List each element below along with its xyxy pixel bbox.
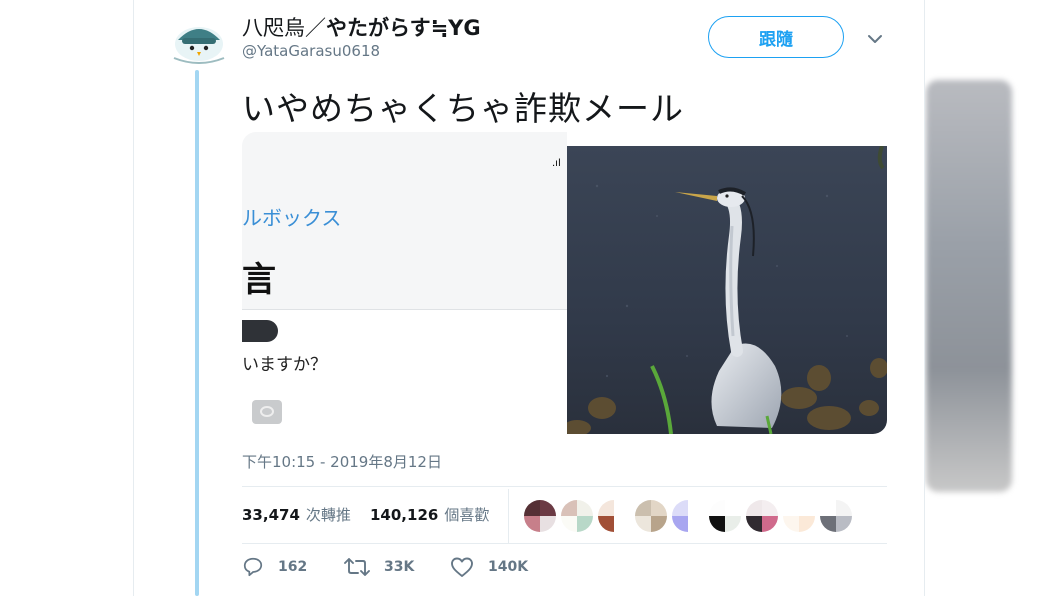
page: 八咫烏／やたがらす≒YG @YataGarasu0618 跟隨 いやめちゃくちゃ… — [0, 0, 1060, 596]
reply-button[interactable]: 162 — [242, 556, 307, 578]
heart-icon — [451, 557, 473, 577]
retweet-count: 33K — [384, 559, 415, 575]
mailbox-label: ルボックス — [242, 206, 342, 230]
reply-count: 162 — [278, 559, 308, 575]
camera-icon — [252, 400, 282, 424]
display-name-bold: やたがらす≒YG — [326, 16, 481, 40]
tweet-timestamp[interactable]: 下午10:15 - 2019年8月12日 — [242, 451, 442, 472]
tweet-media[interactable]: .ıl ルボックス 言 いますか？ — [242, 132, 887, 434]
likes-stat-count: 140,126 — [370, 506, 439, 524]
email-body-fragment: いますか？ — [242, 355, 327, 375]
liker-avatar[interactable] — [672, 500, 704, 532]
follow-button[interactable]: 跟隨 — [708, 16, 844, 58]
background-blurred-image — [926, 80, 1012, 492]
retweet-button[interactable]: 33K — [344, 556, 414, 578]
retweet-icon — [344, 558, 370, 576]
retweets-stat[interactable]: 33,474 次轉推 — [242, 504, 351, 525]
like-button[interactable]: 140K — [450, 556, 528, 578]
liker-avatar[interactable] — [524, 500, 556, 532]
liker-avatar[interactable] — [820, 500, 852, 532]
user-handle[interactable]: @YataGarasu0618 — [242, 42, 380, 60]
display-name[interactable]: 八咫烏／やたがらす≒YG — [242, 12, 481, 42]
retweets-stat-label: 次轉推 — [305, 506, 351, 524]
tweet-card: 八咫烏／やたがらす≒YG @YataGarasu0618 跟隨 いやめちゃくちゃ… — [133, 0, 925, 596]
tweet-text: いやめちゃくちゃ詐欺メール — [242, 89, 684, 128]
signal-icon: .ıl — [552, 158, 561, 169]
like-count: 140K — [488, 559, 529, 575]
tweet-stats: 33,474 次轉推 140,126 個喜歡 — [242, 486, 887, 544]
likes-stat[interactable]: 140,126 個喜歡 — [370, 504, 489, 525]
thread-line — [195, 70, 199, 596]
liker-avatar[interactable] — [783, 500, 815, 532]
redacted-sender — [242, 320, 278, 342]
avatar[interactable] — [170, 14, 228, 64]
stats-divider — [508, 489, 509, 543]
liker-avatar[interactable] — [561, 500, 593, 532]
likes-stat-label: 個喜歡 — [444, 506, 490, 524]
liker-avatar[interactable] — [598, 500, 630, 532]
heron-photo[interactable] — [567, 146, 887, 434]
email-screenshot-image[interactable]: .ıl ルボックス 言 いますか？ — [242, 132, 567, 434]
reply-icon — [243, 557, 263, 577]
email-title-fragment: 言 — [242, 260, 276, 300]
liker-avatar[interactable] — [746, 500, 778, 532]
chevron-down-icon[interactable] — [866, 30, 884, 48]
retweets-stat-count: 33,474 — [242, 506, 300, 524]
display-name-prefix: 八咫烏／ — [242, 16, 326, 40]
liker-avatar[interactable] — [635, 500, 667, 532]
liker-avatar[interactable] — [709, 500, 741, 532]
